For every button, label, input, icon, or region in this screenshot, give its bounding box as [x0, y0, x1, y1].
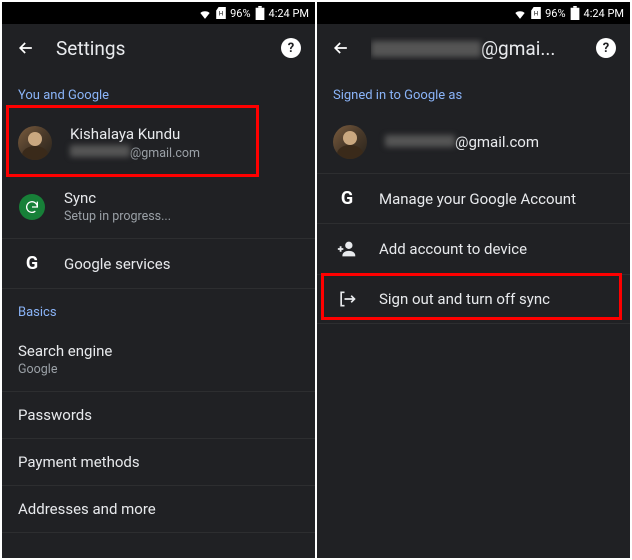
battery-icon — [255, 6, 265, 20]
google-icon: G — [333, 188, 361, 209]
svg-text:H: H — [534, 10, 538, 17]
passwords-row[interactable]: Passwords — [2, 392, 315, 439]
svg-text:H: H — [219, 10, 223, 17]
person-add-icon — [333, 238, 361, 260]
payment-row[interactable]: Payment methods — [2, 439, 315, 486]
add-account-label: Add account to device — [379, 240, 614, 258]
app-bar: Settings ? — [2, 24, 315, 72]
sign-out-icon — [333, 289, 361, 309]
sync-sub: Setup in progress... — [64, 209, 299, 224]
app-bar: @gmai... ? — [317, 24, 630, 72]
back-icon[interactable] — [331, 38, 351, 58]
search-engine-row[interactable]: Search engine Google — [2, 328, 315, 392]
search-engine-value: Google — [18, 362, 299, 377]
sync-icon — [19, 194, 45, 220]
google-icon: G — [18, 253, 46, 274]
page-title: Settings — [56, 37, 261, 60]
clock: 4:24 PM — [584, 7, 624, 20]
clock: 4:24 PM — [269, 7, 309, 20]
sim-icon: H — [216, 7, 226, 19]
addresses-row[interactable]: Addresses and more — [2, 486, 315, 533]
battery-percent: 96% — [230, 7, 250, 20]
account-detail-screen: H 96% 4:24 PM @gmai... ? Signed in to Go… — [317, 2, 630, 558]
google-services-label: Google services — [64, 255, 299, 273]
sign-out-label: Sign out and turn off sync — [379, 290, 614, 308]
wifi-icon — [513, 7, 527, 19]
account-name: Kishalaya Kundu — [70, 125, 299, 143]
status-bar: H 96% 4:24 PM — [2, 2, 315, 24]
section-basics: Basics — [2, 289, 315, 328]
status-bar: H 96% 4:24 PM — [317, 2, 630, 24]
sync-label: Sync — [64, 189, 299, 207]
manage-label: Manage your Google Account — [379, 190, 614, 208]
add-account-row[interactable]: Add account to device — [317, 224, 630, 275]
help-icon[interactable]: ? — [596, 38, 616, 58]
wifi-icon — [198, 7, 212, 19]
account-row[interactable]: Kishalaya Kundu @gmail.com — [2, 111, 315, 175]
page-title: @gmai... — [371, 37, 576, 60]
sim-icon: H — [531, 7, 541, 19]
settings-main-screen: H 96% 4:24 PM Settings ? You and Google … — [2, 2, 315, 558]
section-signed-in: Signed in to Google as — [317, 72, 630, 111]
account-email: @gmail.com — [70, 145, 299, 161]
sign-out-row[interactable]: Sign out and turn off sync — [317, 275, 630, 324]
avatar — [333, 125, 367, 159]
section-you-and-google: You and Google — [2, 72, 315, 111]
battery-percent: 96% — [545, 7, 565, 20]
passwords-label: Passwords — [18, 406, 299, 424]
payment-label: Payment methods — [18, 453, 299, 471]
back-icon[interactable] — [16, 38, 36, 58]
account-row[interactable]: @gmail.com — [317, 111, 630, 174]
sync-row[interactable]: Sync Setup in progress... — [2, 175, 315, 239]
avatar — [18, 126, 52, 160]
manage-account-row[interactable]: G Manage your Google Account — [317, 174, 630, 224]
account-email: @gmail.com — [385, 133, 614, 151]
addresses-label: Addresses and more — [18, 500, 299, 518]
google-services-row[interactable]: G Google services — [2, 239, 315, 289]
help-icon[interactable]: ? — [281, 38, 301, 58]
search-engine-label: Search engine — [18, 342, 299, 360]
battery-icon — [570, 6, 580, 20]
